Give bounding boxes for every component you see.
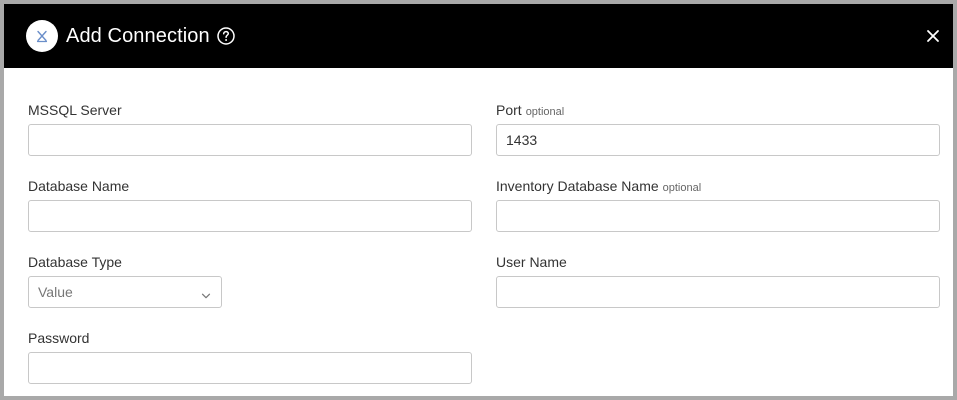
database-type-label: Database Type xyxy=(28,254,122,270)
dialog-title: Add Connection xyxy=(66,25,210,47)
database-type-select[interactable]: Value xyxy=(28,276,222,308)
port-label-text: Port xyxy=(496,102,522,118)
port-label: Port optional xyxy=(496,101,564,121)
close-icon[interactable] xyxy=(925,28,941,44)
add-connection-dialog: Add Connection MSSQL Server Database Nam… xyxy=(0,0,957,400)
user-name-input[interactable] xyxy=(496,276,940,308)
chevron-down-icon xyxy=(201,288,211,299)
dialog-header: Add Connection xyxy=(4,4,953,68)
database-type-selected-value: Value xyxy=(38,284,73,300)
mssql-server-label: MSSQL Server xyxy=(28,102,122,118)
password-label: Password xyxy=(28,330,90,346)
mssql-server-input[interactable] xyxy=(28,124,472,156)
database-name-label: Database Name xyxy=(28,178,130,194)
database-name-input[interactable] xyxy=(28,200,472,232)
password-input[interactable] xyxy=(28,352,472,384)
inventory-database-name-label-text: Inventory Database Name xyxy=(496,178,659,194)
inventory-database-name-optional-tag: optional xyxy=(662,182,702,194)
inventory-database-name-label: Inventory Database Name optional xyxy=(496,177,701,197)
inventory-database-name-input[interactable] xyxy=(496,200,940,232)
port-optional-tag: optional xyxy=(525,106,565,118)
help-circle-icon[interactable] xyxy=(216,26,236,46)
database-connection-icon xyxy=(26,20,58,52)
user-name-label: User Name xyxy=(496,254,567,270)
port-input[interactable] xyxy=(496,124,940,156)
